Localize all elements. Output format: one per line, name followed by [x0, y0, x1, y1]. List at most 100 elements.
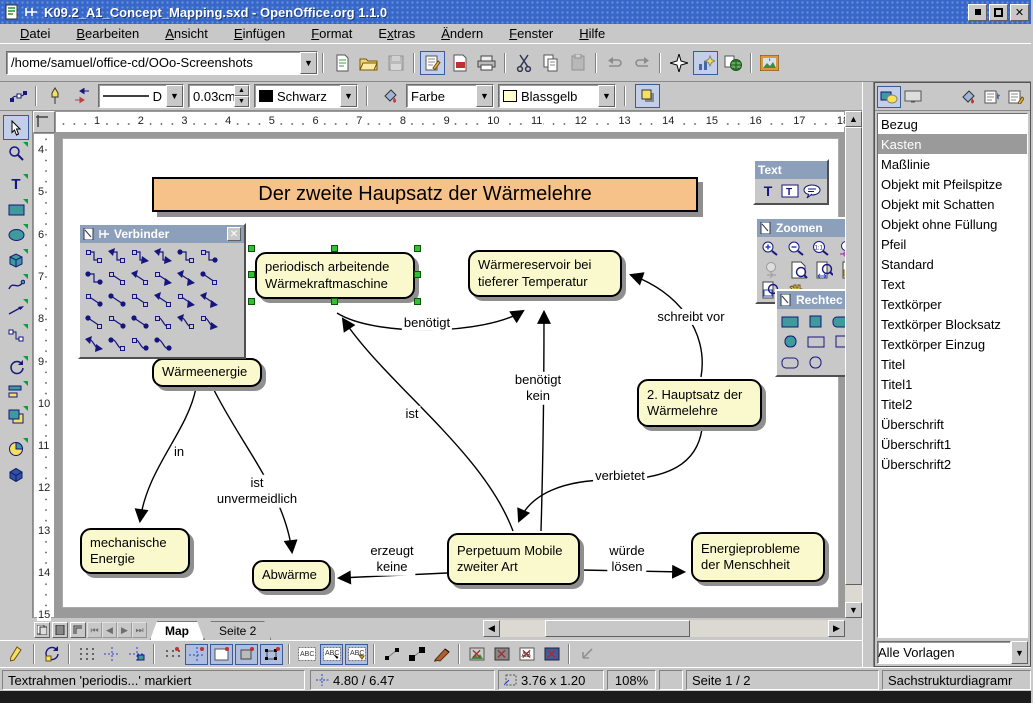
scroll-left-icon[interactable]: ◀	[483, 620, 500, 637]
connector-type-icon[interactable]	[197, 267, 220, 289]
map-title-box[interactable]: Der zweite Haupsatz der Wärmelehre	[152, 177, 698, 212]
edit-mode-icon[interactable]	[5, 644, 28, 665]
edge-label-ist-unvermeidlich[interactable]: ist unvermeidlich	[215, 475, 299, 508]
rect-outline-icon[interactable]	[805, 332, 827, 352]
new-style-from-selection-icon[interactable]	[980, 86, 1004, 108]
print-button[interactable]	[474, 51, 499, 75]
horizontal-ruler[interactable]: 123456789101112131415161718	[55, 111, 845, 133]
style-item[interactable]: Titel	[878, 354, 1027, 374]
style-filter-combo[interactable]: Alle Vorlagen ▼	[877, 641, 1028, 664]
edge-label-in[interactable]: in	[172, 444, 186, 460]
status-position[interactable]: 4.80 / 6.47	[310, 670, 495, 690]
minimize-button[interactable]	[968, 4, 987, 21]
horizontal-scrollbar-thumb[interactable]	[545, 620, 690, 637]
menu-extras[interactable]: Extras	[366, 24, 427, 43]
width-down-icon[interactable]: ▼	[234, 96, 249, 107]
edge-label-ist[interactable]: ist	[404, 406, 421, 422]
navigator-button[interactable]	[666, 51, 691, 75]
select-tool[interactable]	[3, 115, 29, 140]
shadow-toggle-button[interactable]	[635, 84, 660, 108]
text-palette[interactable]: Text T T	[753, 159, 829, 205]
style-item[interactable]: Maßlinie	[878, 154, 1027, 174]
connector-palette[interactable]: Verbinder ✕	[78, 223, 246, 359]
zoom-tool[interactable]	[3, 140, 29, 165]
tab-seite-2[interactable]: Seite 2	[204, 621, 271, 640]
status-page[interactable]: Seite 1 / 2	[686, 670, 879, 690]
zoom-page-icon[interactable]	[788, 260, 810, 280]
connector-palette-titlebar[interactable]: Verbinder ✕	[80, 225, 244, 243]
ruler-corner[interactable]	[33, 111, 55, 133]
snap-to-margins-icon[interactable]	[210, 644, 233, 665]
stylist-button[interactable]	[693, 51, 718, 75]
line-style-combo[interactable]: D ▼	[98, 84, 184, 108]
redo-button[interactable]	[629, 51, 654, 75]
select-text-area-icon[interactable]: ABC	[320, 644, 343, 665]
snap-to-object-border-icon[interactable]	[235, 644, 258, 665]
status-zoom[interactable]: 108%	[607, 670, 656, 690]
connector-type-icon[interactable]	[151, 333, 174, 355]
zoom-page-width-icon[interactable]	[813, 260, 835, 280]
gallery-button[interactable]	[757, 51, 782, 75]
square-filled-icon[interactable]	[805, 311, 827, 331]
menu-ändern[interactable]: Ändern	[429, 24, 495, 43]
selection-handle[interactable]	[331, 298, 338, 305]
connector-type-icon[interactable]	[128, 289, 151, 311]
rounded-square-outline-icon[interactable]	[805, 352, 827, 372]
node-energieprobleme[interactable]: Energieprobleme der Menschheit	[691, 532, 825, 582]
rectangle-tool[interactable]	[3, 197, 29, 222]
simple-handles-icon[interactable]	[380, 644, 403, 665]
style-item[interactable]: Textkörper Einzug	[878, 334, 1027, 354]
style-item[interactable]: Textkörper Blocksatz	[878, 314, 1027, 334]
rounded-rect-filled-icon[interactable]	[830, 312, 845, 332]
connector-type-icon[interactable]	[82, 289, 105, 311]
line-width-spinner[interactable]: 0.03cm ▲ ▼	[188, 84, 250, 108]
connector-type-icon[interactable]	[82, 245, 105, 267]
style-item[interactable]: Überschrift2	[878, 454, 1027, 474]
connector-type-icon[interactable]	[174, 245, 197, 267]
connector-type-icon[interactable]	[197, 311, 220, 333]
paste-button[interactable]	[565, 51, 590, 75]
window-pin-icon[interactable]	[25, 6, 39, 18]
edge-label-benoetigt[interactable]: benötigt	[402, 315, 452, 331]
selection-handle[interactable]	[331, 245, 338, 252]
menu-fenster[interactable]: Fenster	[497, 24, 565, 43]
width-up-icon[interactable]: ▲	[234, 85, 249, 96]
connector-tool[interactable]	[3, 322, 29, 347]
hyperlink-button[interactable]	[720, 51, 745, 75]
close-icon[interactable]: ✕	[227, 227, 241, 241]
tab-map[interactable]: Map	[150, 621, 204, 640]
horizontal-scrollbar[interactable]: ▶ ◀	[500, 620, 845, 637]
connector-type-icon[interactable]	[82, 333, 105, 355]
presentation-styles-icon[interactable]	[901, 86, 925, 108]
selection-handle[interactable]	[414, 298, 421, 305]
connector-type-icon[interactable]	[151, 245, 174, 267]
style-item[interactable]: Text	[878, 274, 1027, 294]
edge-label-erzeugt-keine[interactable]: erzeugt keine	[368, 543, 415, 576]
3d-objects-tool[interactable]	[3, 247, 29, 272]
new-document-button[interactable]	[329, 51, 354, 75]
contour-mode-icon[interactable]: ✕	[490, 644, 513, 665]
connector-type-icon[interactable]	[128, 245, 151, 267]
selection-handle[interactable]	[248, 245, 255, 252]
save-button[interactable]	[383, 51, 408, 75]
double-click-edit-icon[interactable]: ABC	[345, 644, 368, 665]
rotate-tool[interactable]	[3, 354, 29, 379]
next-page-icon[interactable]: ▶	[117, 622, 132, 638]
connector-type-icon[interactable]	[105, 289, 128, 311]
connector-type-icon[interactable]	[82, 267, 105, 289]
insert-tool[interactable]	[3, 436, 29, 461]
quick-edit-icon[interactable]: ABC	[295, 644, 318, 665]
zoom-out-icon[interactable]	[785, 239, 807, 259]
rotation-mode-icon[interactable]	[40, 644, 63, 665]
style-item[interactable]: Textkörper	[878, 294, 1027, 314]
node-perpetuum[interactable]: Perpetuum Mobile zweiter Art	[447, 533, 580, 585]
last-page-icon[interactable]: ⏭	[132, 622, 147, 638]
node-mechanische[interactable]: mechanische Energie	[80, 528, 190, 574]
edge-label-schreibt-vor[interactable]: schreibt vor	[655, 309, 726, 325]
selection-handle[interactable]	[414, 271, 421, 278]
edit-file-button[interactable]	[420, 51, 445, 75]
zoom-previous-icon[interactable]	[836, 239, 845, 259]
edge-label-benoetigt-kein[interactable]: benötigt kein	[513, 372, 563, 405]
show-snaplines-icon[interactable]	[100, 644, 123, 665]
connector-type-icon[interactable]	[128, 311, 151, 333]
